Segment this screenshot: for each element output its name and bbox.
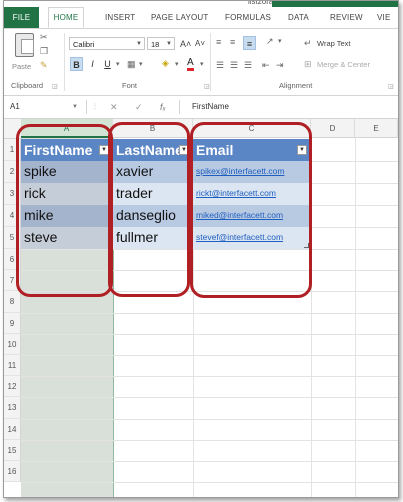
format-painter-icon[interactable]: ✎ (40, 60, 48, 70)
tab-view[interactable]: VIE (377, 7, 391, 28)
gridline (355, 138, 356, 497)
decrease-indent-icon[interactable]: ⇤ (262, 60, 270, 70)
font-name-select[interactable]: Calibri ▼ (69, 37, 145, 50)
gridline (21, 376, 398, 378)
font-name-value: Calibri (73, 40, 95, 49)
paste-button[interactable]: Paste (12, 31, 36, 79)
ribbon-tabs: FILE HOME INSERT PAGE LAYOUT FORMULAS DA… (4, 7, 398, 29)
shrink-font-button[interactable]: A˅ (195, 38, 205, 50)
chevron-down-icon: ▼ (72, 104, 78, 110)
chevron-down-icon[interactable]: ▾ (139, 60, 143, 70)
group-label-clipboard: Clipboard (11, 81, 44, 90)
merge-icon: ⊞ (304, 59, 312, 69)
more-icon: ⋮ (92, 104, 98, 110)
italic-button[interactable]: I (86, 57, 99, 71)
paste-sheet-icon (21, 39, 34, 54)
ribbon-home: Paste ✂ ❐ ✎ Clipboard ◲ Calibri ▼ 18 ▼ A… (4, 29, 398, 96)
row-header[interactable]: 16 (4, 461, 21, 483)
increase-indent-icon[interactable]: ⇥ (276, 60, 284, 70)
row-header[interactable]: 10 (4, 333, 21, 355)
alignment-launcher-icon[interactable]: ◲ (388, 82, 394, 92)
align-center-icon[interactable]: ☰ (230, 60, 238, 70)
chevron-down-icon[interactable]: ▾ (116, 60, 120, 70)
chevron-down-icon[interactable]: ▾ (278, 37, 282, 47)
paste-label: Paste (12, 62, 32, 71)
font-size-select[interactable]: 18 ▼ (147, 37, 175, 50)
gridline (21, 397, 398, 399)
row-header[interactable]: 14 (4, 418, 21, 440)
fill-color-icon[interactable]: ◈ (162, 58, 169, 68)
tab-file[interactable]: FILE (4, 7, 39, 28)
separator (86, 100, 87, 114)
align-right-icon[interactable]: ☰ (244, 60, 252, 70)
font-size-value: 18 (151, 40, 160, 49)
row-header[interactable]: 8 (4, 291, 21, 313)
highlight-oval-lastname (108, 122, 190, 297)
tab-data[interactable]: DATA (288, 7, 309, 28)
grow-font-button[interactable]: A˄ (180, 38, 191, 50)
row-header[interactable]: 9 (4, 312, 21, 334)
clipboard-launcher-icon[interactable]: ◲ (52, 82, 58, 92)
tab-home[interactable]: HOME (48, 7, 84, 28)
gridline (21, 461, 398, 462)
formula-value[interactable]: FirstName (192, 100, 229, 114)
highlight-oval-firstname (16, 124, 113, 297)
merge-center-button[interactable]: Merge & Center (317, 59, 370, 71)
row-header[interactable]: 12 (4, 376, 21, 398)
chevron-down-icon[interactable]: ▾ (175, 60, 179, 70)
gridline (21, 355, 398, 356)
font-color-button[interactable]: A (187, 57, 194, 71)
align-middle-icon[interactable]: ≡ (230, 37, 235, 47)
worksheet-grid[interactable]: A B C D E 1 2 3 4 5 6 7 8 9 10 11 12 13 14 15 16 FirstN… (4, 119, 398, 497)
gridline (21, 333, 398, 335)
borders-icon[interactable]: ▦ (127, 59, 136, 69)
insert-function-icon[interactable]: fₓ (160, 100, 166, 114)
row-header[interactable]: 13 (4, 397, 21, 419)
separator (179, 100, 180, 114)
tab-review[interactable]: REVIEW (330, 7, 363, 28)
font-launcher-icon[interactable]: ◲ (204, 82, 210, 92)
highlight-oval-email (190, 122, 312, 298)
align-top-icon[interactable]: ≡ (216, 37, 221, 47)
wrap-text-icon: ↵ (304, 38, 312, 48)
copy-icon[interactable]: ❐ (40, 46, 48, 56)
orientation-icon[interactable]: ↗ (266, 36, 274, 46)
separator (210, 33, 211, 91)
align-left-icon[interactable]: ☰ (216, 60, 224, 70)
wrap-text-button[interactable]: Wrap Text (317, 38, 351, 50)
chevron-down-icon: ▼ (136, 41, 142, 47)
name-box-value: A1 (10, 102, 20, 111)
separator (64, 33, 65, 91)
cancel-icon[interactable]: ✕ (110, 100, 118, 114)
underline-button[interactable]: U (101, 57, 114, 71)
tab-formulas[interactable]: FORMULAS (225, 7, 271, 28)
gridline (21, 418, 398, 420)
column-header-e[interactable]: E (355, 119, 398, 138)
row-header[interactable]: 11 (4, 355, 21, 377)
group-label-font: Font (122, 81, 138, 90)
row-header[interactable]: 15 (4, 439, 21, 461)
align-bottom-icon[interactable]: ≡ (243, 36, 256, 50)
column-header-d[interactable]: D (311, 119, 355, 138)
name-box[interactable]: A1 ▼ (7, 100, 80, 114)
gridline (21, 482, 398, 484)
formula-bar: A1 ▼ ⋮ ✕ ✓ fₓ FirstName (4, 96, 398, 119)
chevron-down-icon[interactable]: ▾ (200, 60, 204, 70)
gridline (21, 312, 398, 314)
cut-icon[interactable]: ✂ (40, 32, 48, 42)
chevron-down-icon: ▼ (166, 41, 172, 47)
group-label-alignment: Alignment (279, 81, 313, 90)
excel-window: listzorar FILE HOME INSERT PAGE LAYOUT F… (3, 0, 399, 498)
enter-icon[interactable]: ✓ (135, 100, 143, 114)
gridline (21, 439, 398, 441)
tab-page-layout[interactable]: PAGE LAYOUT (151, 7, 208, 28)
tab-insert[interactable]: INSERT (105, 7, 135, 28)
bold-button[interactable]: B (70, 57, 83, 71)
